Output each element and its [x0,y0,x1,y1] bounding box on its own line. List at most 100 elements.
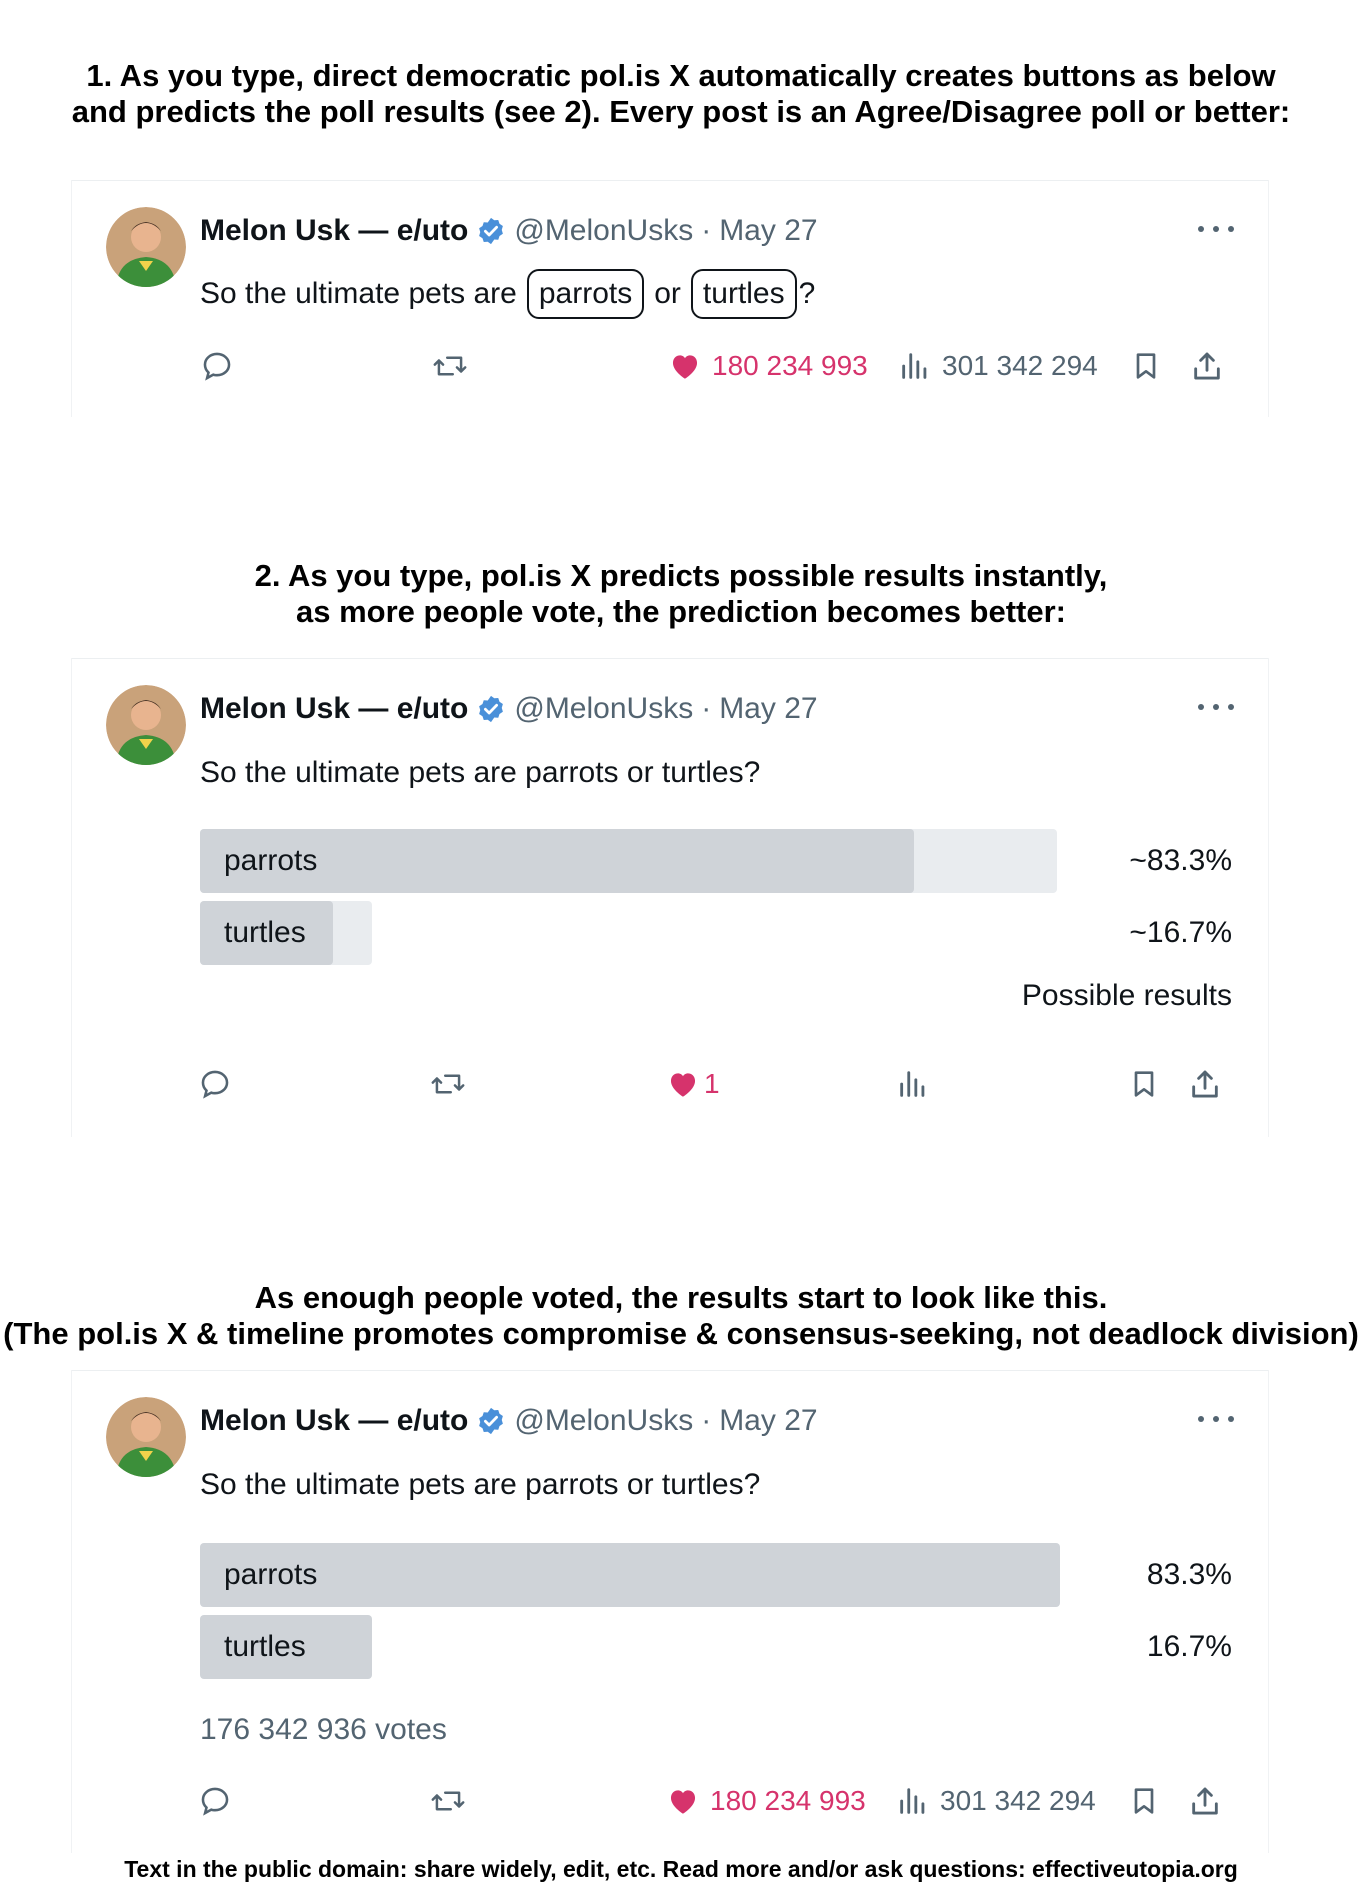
views-button[interactable]: 301 342 294 [896,1781,1096,1821]
tweet-card-3: Melon Usk — e/uto @MelonUsks · May 27 So… [72,1370,1268,1853]
verified-badge-icon [476,694,506,724]
retweet-button[interactable] [432,346,468,386]
reply-icon [201,1787,229,1816]
views-icon [900,1071,925,1097]
action-bar: 180 234 993 301 342 294 [72,1781,1268,1821]
poll-option-parrots[interactable]: parrots [200,1543,1200,1607]
verified-badge-icon [476,1406,506,1436]
retweet-button[interactable] [430,1781,466,1821]
retweet-icon [431,1791,465,1811]
views-count: 301 342 294 [942,350,1098,381]
section3-heading: As enough people voted, the results star… [0,1280,1362,1352]
bookmark-icon [1134,1071,1154,1097]
more-icon[interactable] [1198,695,1234,719]
section3-heading-line1: As enough people voted, the results star… [254,1280,1108,1315]
section1-heading-line2: and predicts the poll results (see 2). E… [71,94,1291,129]
retweet-icon [431,1074,465,1094]
retweet-icon [433,356,467,376]
poll-option-percent: ~83.3% [1129,844,1232,877]
tweet-header: Melon Usk — e/uto @MelonUsks · May 27 [200,1401,818,1441]
reply-button[interactable] [198,1064,232,1104]
tweet-card-2: Melon Usk — e/uto @MelonUsks · May 27 So… [72,658,1268,1137]
heart-icon [672,355,698,379]
bookmark-icon [1134,1788,1154,1814]
poll-note: Possible results [1021,979,1232,1012]
bookmark-button[interactable] [1130,346,1162,386]
like-count: 180 234 993 [712,350,868,381]
share-button[interactable] [1188,1064,1222,1104]
share-button[interactable] [1190,346,1224,386]
share-button[interactable] [1188,1781,1222,1821]
avatar[interactable] [106,685,186,765]
heart-icon [670,1790,696,1814]
option-button-turtles[interactable]: turtles [690,269,797,319]
poll-option-percent: ~16.7% [1129,916,1232,949]
share-icon [1194,352,1220,380]
avatar[interactable] [106,1397,186,1477]
like-count: 1 [704,1068,720,1099]
poll-option-label: parrots [224,1558,318,1591]
separator: · [701,214,712,247]
section3-heading-line2: (The pol.is X & timeline promotes compro… [3,1316,1359,1351]
bookmark-button[interactable] [1128,1781,1160,1821]
section1-heading-line1: 1. As you type, direct democratic pol.is… [86,58,1276,93]
poll-option-label: turtles [224,916,306,949]
heart-icon [670,1073,696,1097]
tweet-text-prefix: So the ultimate pets are [200,277,517,310]
section1-heading: 1. As you type, direct democratic pol.is… [0,58,1362,130]
author-name[interactable]: Melon Usk — e/uto [200,214,468,248]
bookmark-button[interactable] [1128,1064,1160,1104]
poll-bar-fill [200,1543,1060,1607]
reply-button[interactable] [198,1781,232,1821]
bookmark-icon [1136,353,1156,379]
reply-icon [203,352,231,381]
poll-option-label: turtles [224,1630,306,1663]
poll-option-percent: 83.3% [1146,1558,1232,1591]
reply-icon [201,1070,229,1099]
poll-option-turtles[interactable]: turtles [200,1615,1200,1679]
like-button[interactable]: 1 [666,1064,720,1104]
share-icon [1192,1787,1218,1815]
share-icon [1192,1070,1218,1098]
author-handle[interactable]: @MelonUsks [514,692,693,726]
tweet-text: So the ultimate pets are parrots or turt… [200,1468,761,1501]
tweet-text: So the ultimate pets are parrots or turt… [200,756,761,789]
views-count: 301 342 294 [940,1785,1096,1816]
poll-option-percent: 16.7% [1146,1630,1232,1663]
like-count: 180 234 993 [710,1785,866,1816]
poll-option-turtles[interactable]: turtles [200,901,1200,965]
author-name[interactable]: Melon Usk — e/uto [200,1404,468,1438]
like-button[interactable]: 180 234 993 [668,346,868,386]
post-date[interactable]: May 27 [719,214,817,248]
author-name[interactable]: Melon Usk — e/uto [200,692,468,726]
avatar[interactable] [106,207,186,287]
section2-heading-line1: 2. As you type, pol.is X predicts possib… [254,558,1108,593]
section2-heading: 2. As you type, pol.is X predicts possib… [0,558,1362,630]
more-icon[interactable] [1198,1407,1234,1431]
separator: · [701,692,712,725]
action-bar: 1 [72,1064,1268,1104]
views-button[interactable]: 301 342 294 [898,346,1098,386]
tweet-card-1: Melon Usk — e/uto @MelonUsks · May 27 So… [72,180,1268,417]
post-date[interactable]: May 27 [719,692,817,726]
tweet-text-suffix: ? [798,277,816,310]
author-handle[interactable]: @MelonUsks [514,214,693,248]
author-handle[interactable]: @MelonUsks [514,1404,693,1438]
tweet-text: So the ultimate pets are parrots or turt… [200,261,815,327]
action-bar: 180 234 993 301 342 294 [72,346,1268,386]
vote-count: 176 342 936 votes [200,1713,447,1746]
tweet-text-or: or [654,277,681,310]
separator: · [701,1404,712,1437]
poll-option-label: parrots [224,844,318,877]
poll-option-parrots[interactable]: parrots [200,829,1200,893]
option-button-parrots[interactable]: parrots [526,269,645,319]
views-button[interactable] [896,1064,930,1104]
views-icon [900,1788,925,1814]
tweet-header: Melon Usk — e/uto @MelonUsks · May 27 [200,211,818,251]
more-icon[interactable] [1198,217,1234,241]
like-button[interactable]: 180 234 993 [666,1781,866,1821]
section2-heading-line2: as more people vote, the prediction beco… [295,594,1067,629]
post-date[interactable]: May 27 [719,1404,817,1438]
reply-button[interactable] [200,346,234,386]
retweet-button[interactable] [430,1064,466,1104]
